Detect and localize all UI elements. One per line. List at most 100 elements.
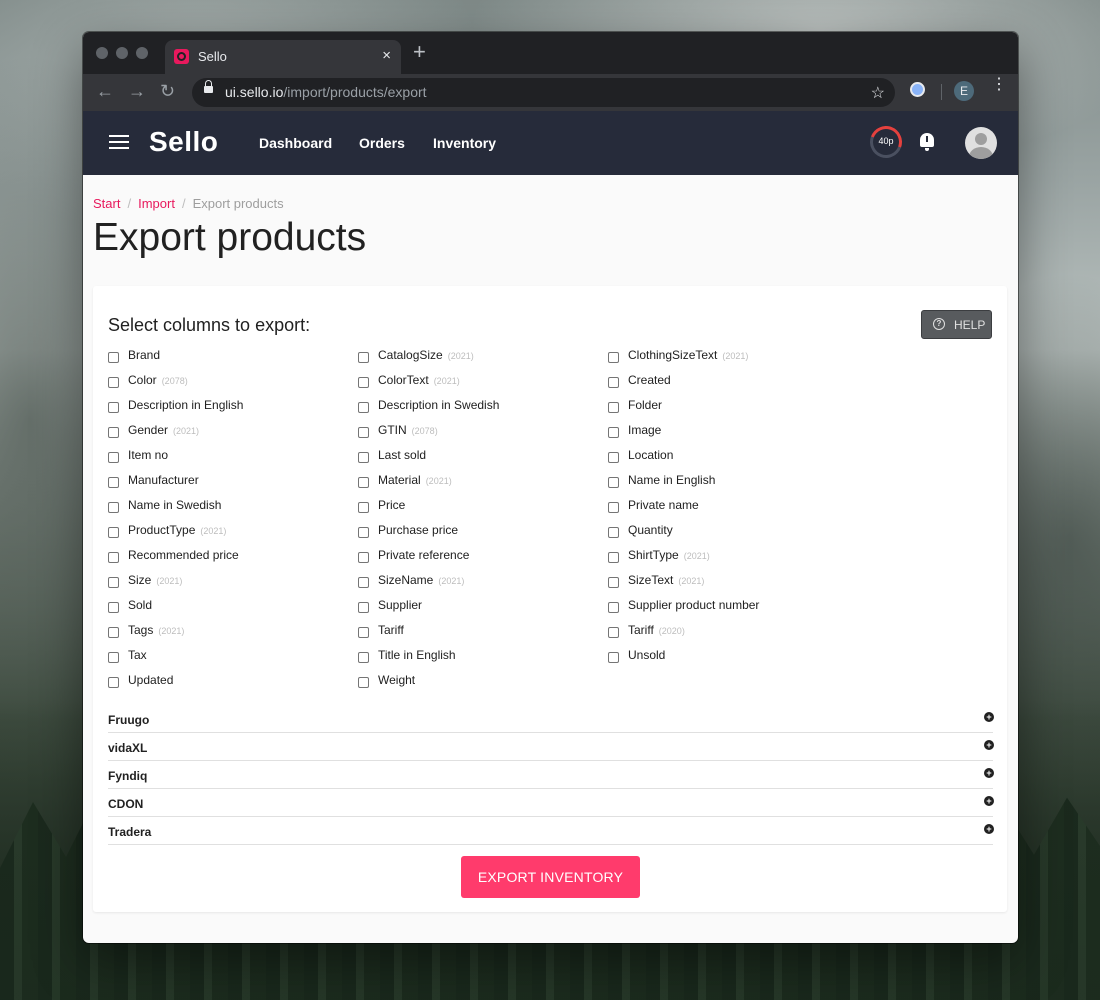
back-icon[interactable]: ←	[96, 82, 114, 100]
column-checkbox[interactable]	[358, 627, 369, 638]
column-checkbox[interactable]	[108, 602, 119, 613]
column-checkbox[interactable]	[358, 352, 369, 363]
sello-logo[interactable]: Sello	[149, 126, 218, 158]
column-checkbox[interactable]	[608, 427, 619, 438]
column-checkbox[interactable]	[608, 452, 619, 463]
column-option[interactable]: Location	[608, 447, 858, 472]
column-checkbox[interactable]	[358, 552, 369, 563]
close-window-button[interactable]	[96, 47, 108, 59]
profile-avatar[interactable]: E	[954, 81, 974, 101]
column-checkbox[interactable]	[108, 652, 119, 663]
column-option[interactable]: Title in English	[358, 647, 608, 672]
address-bar[interactable]: ui.sello.io/import/products/export ☆	[192, 78, 895, 107]
column-checkbox[interactable]	[358, 652, 369, 663]
column-checkbox[interactable]	[108, 402, 119, 413]
column-option[interactable]: Description in English	[108, 397, 358, 422]
column-option[interactable]: Material (2021)	[358, 472, 608, 497]
column-option[interactable]: Item no	[108, 447, 358, 472]
notifications-bell-icon[interactable]	[920, 133, 934, 151]
column-option[interactable]: Image	[608, 422, 858, 447]
column-option[interactable]: Supplier product number	[608, 597, 858, 622]
column-option[interactable]: Sold	[108, 597, 358, 622]
help-button[interactable]: ? HELP	[921, 310, 992, 339]
expand-plus-icon[interactable]: +	[984, 824, 994, 834]
column-option[interactable]: CatalogSize (2021)	[358, 347, 608, 372]
new-tab-icon[interactable]: +	[413, 41, 426, 63]
expand-plus-icon[interactable]: +	[984, 768, 994, 778]
column-checkbox[interactable]	[108, 477, 119, 488]
column-option[interactable]: Name in Swedish	[108, 497, 358, 522]
column-checkbox[interactable]	[108, 352, 119, 363]
column-checkbox[interactable]	[608, 352, 619, 363]
column-option[interactable]: Weight	[358, 672, 608, 697]
column-option[interactable]: Private name	[608, 497, 858, 522]
column-option[interactable]: Unsold	[608, 647, 858, 672]
column-option[interactable]: Supplier	[358, 597, 608, 622]
section-fruugo[interactable]: Fruugo +	[108, 704, 994, 733]
column-option[interactable]: ShirtType (2021)	[608, 547, 858, 572]
column-option[interactable]: Gender (2021)	[108, 422, 358, 447]
column-option[interactable]: Folder	[608, 397, 858, 422]
column-option[interactable]: Name in English	[608, 472, 858, 497]
column-checkbox[interactable]	[358, 427, 369, 438]
column-checkbox[interactable]	[358, 502, 369, 513]
column-checkbox[interactable]	[608, 527, 619, 538]
column-option[interactable]: Tariff (2020)	[608, 622, 858, 647]
column-checkbox[interactable]	[608, 402, 619, 413]
column-checkbox[interactable]	[608, 377, 619, 388]
column-checkbox[interactable]	[108, 577, 119, 588]
column-option[interactable]: Tax	[108, 647, 358, 672]
section-tradera[interactable]: Tradera +	[108, 816, 994, 845]
column-option[interactable]: Quantity	[608, 522, 858, 547]
column-checkbox[interactable]	[358, 377, 369, 388]
column-option[interactable]: Private reference	[358, 547, 608, 572]
column-checkbox[interactable]	[108, 627, 119, 638]
column-checkbox[interactable]	[608, 477, 619, 488]
minimize-window-button[interactable]	[116, 47, 128, 59]
column-checkbox[interactable]	[358, 477, 369, 488]
column-option[interactable]: Description in Swedish	[358, 397, 608, 422]
column-option[interactable]: Price	[358, 497, 608, 522]
column-checkbox[interactable]	[358, 677, 369, 688]
column-option[interactable]: Purchase price	[358, 522, 608, 547]
nav-dashboard[interactable]: Dashboard	[259, 135, 332, 151]
maximize-window-button[interactable]	[136, 47, 148, 59]
column-option[interactable]: SizeText (2021)	[608, 572, 858, 597]
column-option[interactable]: Tariff	[358, 622, 608, 647]
column-option[interactable]: Last sold	[358, 447, 608, 472]
column-option[interactable]: ClothingSizeText (2021)	[608, 347, 858, 372]
column-checkbox[interactable]	[608, 552, 619, 563]
column-checkbox[interactable]	[108, 552, 119, 563]
section-cdon[interactable]: CDON +	[108, 788, 994, 817]
column-option[interactable]: Size (2021)	[108, 572, 358, 597]
column-option[interactable]: GTIN (2078)	[358, 422, 608, 447]
column-checkbox[interactable]	[358, 577, 369, 588]
breadcrumb-start[interactable]: Start	[93, 196, 120, 211]
column-option[interactable]: Brand	[108, 347, 358, 372]
expand-plus-icon[interactable]: +	[984, 740, 994, 750]
column-checkbox[interactable]	[108, 377, 119, 388]
column-option[interactable]: Manufacturer	[108, 472, 358, 497]
expand-plus-icon[interactable]: +	[984, 796, 994, 806]
browser-menu-icon[interactable]: ⋮	[991, 77, 1007, 93]
export-inventory-button[interactable]: EXPORT INVENTORY	[461, 856, 640, 898]
column-checkbox[interactable]	[108, 427, 119, 438]
bookmark-star-icon[interactable]: ☆	[871, 83, 885, 103]
extension-icon[interactable]	[910, 82, 925, 97]
column-option[interactable]: Tags (2021)	[108, 622, 358, 647]
column-checkbox[interactable]	[358, 402, 369, 413]
nav-inventory[interactable]: Inventory	[433, 135, 496, 151]
column-option[interactable]: Recommended price	[108, 547, 358, 572]
section-fyndiq[interactable]: Fyndiq +	[108, 760, 994, 789]
column-checkbox[interactable]	[608, 577, 619, 588]
hamburger-menu-icon[interactable]	[109, 135, 129, 149]
column-checkbox[interactable]	[108, 502, 119, 513]
breadcrumb-import[interactable]: Import	[138, 196, 175, 211]
reload-icon[interactable]: ↻	[160, 82, 175, 100]
browser-tab[interactable]: Sello ×	[165, 40, 401, 74]
section-vidaxl[interactable]: vidaXL +	[108, 732, 994, 761]
column-option[interactable]: ColorText (2021)	[358, 372, 608, 397]
nav-orders[interactable]: Orders	[359, 135, 405, 151]
column-checkbox[interactable]	[608, 602, 619, 613]
expand-plus-icon[interactable]: +	[984, 712, 994, 722]
